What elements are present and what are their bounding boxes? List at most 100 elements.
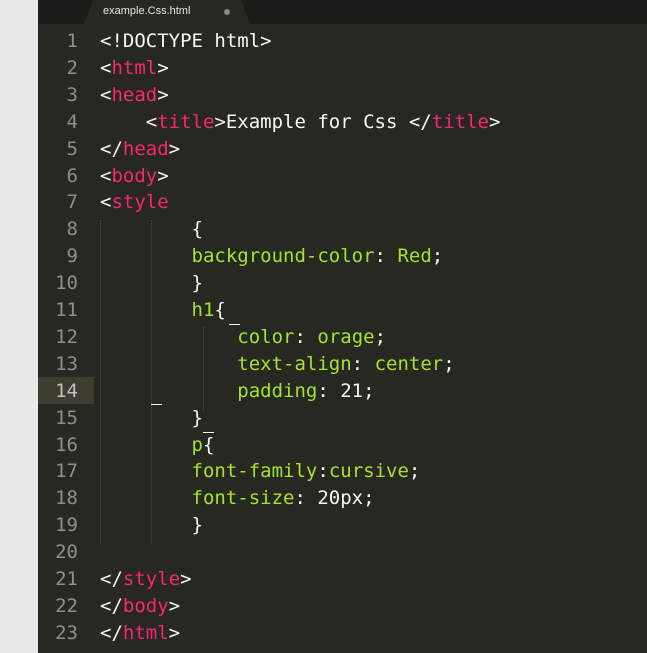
code-token: : 21; [317,379,375,402]
code-text[interactable]: </body> [100,596,180,616]
code-line[interactable]: 4 <title>Example for Css </title> [38,108,647,135]
code-token: > [168,137,181,160]
code-text[interactable]: background-color: Red; [100,245,444,268]
code-line[interactable]: 1 <!DOCTYPE html> [38,27,647,54]
code-token: title [157,110,215,133]
code-line[interactable]: 23 </html> [38,619,647,646]
code-token: </ [100,137,123,160]
code-line[interactable]: 8 { [38,215,647,242]
code-token: > [488,110,501,133]
code-token: > [168,594,181,617]
code-token: >Example for Css </ [214,110,432,133]
code-line[interactable]: 17 font-family:cursive; [38,457,647,484]
code-token: cursive [328,460,409,483]
line-number: 13 [55,352,78,375]
code-token: p [191,433,203,456]
code-line[interactable]: 20 [38,538,647,565]
code-token: < [100,191,112,214]
code-text[interactable]: } [100,515,203,535]
code-line[interactable]: 3 <head> [38,81,647,108]
code-token: body [111,164,158,187]
line-number: 21 [55,568,78,590]
code-text[interactable]: font-family:cursive; [100,460,421,483]
tab-label[interactable]: example.Css.html [103,5,190,17]
line-number: 23 [55,621,78,644]
code-text[interactable]: } [100,408,203,428]
code-text[interactable]: <!DOCTYPE html> [100,31,272,51]
code-token: } [100,272,203,295]
code-line[interactable]: 16 p{ [38,431,647,458]
code-text[interactable]: text-align: center; [100,352,455,375]
code-text[interactable]: color: orage; [100,327,386,347]
code-text[interactable]: <body> [100,166,169,186]
code-token: ; [408,460,421,483]
code-token: orage [317,325,375,348]
code-token: { [202,433,215,456]
code-token: body [122,594,169,617]
code-text[interactable]: <style [100,192,169,212]
code-line[interactable]: 5 </head> [38,135,647,162]
window-left-edge [0,0,38,653]
code-token: </ [100,568,123,590]
code-text[interactable]: <head> [100,85,169,105]
code-editor[interactable]: 1 <!DOCTYPE html> 2 <html> 3 <head> 4 < title>E… [38,24,647,653]
code-line[interactable]: 9 background-color: Red; [38,242,647,269]
code-token: <!DOCTYPE html> [100,30,272,52]
code-line[interactable]: 21 </style> [38,565,647,592]
code-line[interactable]: 22 </body> [38,592,647,619]
line-number: 3 [66,83,78,106]
code-token: } [100,514,203,537]
sublime-editor-window: example.Css.html 1 <!DOCTYPE html> 2 <html>… [0,0,647,653]
code-text[interactable]: } [100,273,203,293]
code-text[interactable]: </head> [100,139,180,159]
line-number: 4 [66,110,78,133]
code-text[interactable]: <html> [100,58,169,78]
unsaved-dot-icon[interactable] [224,9,230,15]
code-line[interactable]: 10 } [38,269,647,296]
code-text[interactable]: p{ [100,433,215,456]
line-number: 19 [55,514,78,537]
code-line[interactable]: 2 <html> [38,54,647,81]
code-token: ; [431,245,444,268]
code-token: ; [374,325,387,348]
code-line[interactable]: 19 } [38,511,647,538]
code-text[interactable]: font-size: 20px; [100,488,375,508]
line-number: 5 [66,137,78,160]
code-token: > [157,56,169,79]
code-token: ; [443,352,455,375]
code-text[interactable]: { [100,219,203,239]
code-token: head [111,83,158,106]
code-line[interactable]: 7 <style [38,188,647,215]
code-line[interactable]: 6 <body> [38,162,647,189]
line-number: 11 [55,299,78,321]
code-line[interactable]: 14 padding: 21; [38,376,647,404]
code-text[interactable]: h1{ [100,300,226,320]
code-token: font-family [191,460,318,483]
code-token: : [351,352,375,375]
code-token: : [374,245,398,268]
code-token: head [122,137,169,160]
code-text[interactable]: </html> [100,623,180,643]
code-token: style [111,191,169,214]
code-text[interactable]: <title>Example for Css </title> [100,110,501,133]
line-number: 22 [55,594,78,617]
code-line[interactable]: 15 } [38,404,647,431]
code-token: padding [237,379,318,402]
code-text[interactable]: </style> [100,569,192,589]
code-line[interactable]: 11 h1{ [38,296,647,323]
code-line[interactable]: 18 font-size: 20px; [38,484,647,511]
code-line[interactable]: 12 color: orage; [38,323,647,350]
code-token: } [100,406,203,429]
code-token: > [180,568,192,590]
code-token: : [294,325,318,348]
code-line[interactable]: 13 text-align: center; [38,350,647,377]
code-text[interactable]: padding: 21; [100,379,375,402]
code-token: > [168,621,181,644]
line-number: 7 [66,191,78,214]
